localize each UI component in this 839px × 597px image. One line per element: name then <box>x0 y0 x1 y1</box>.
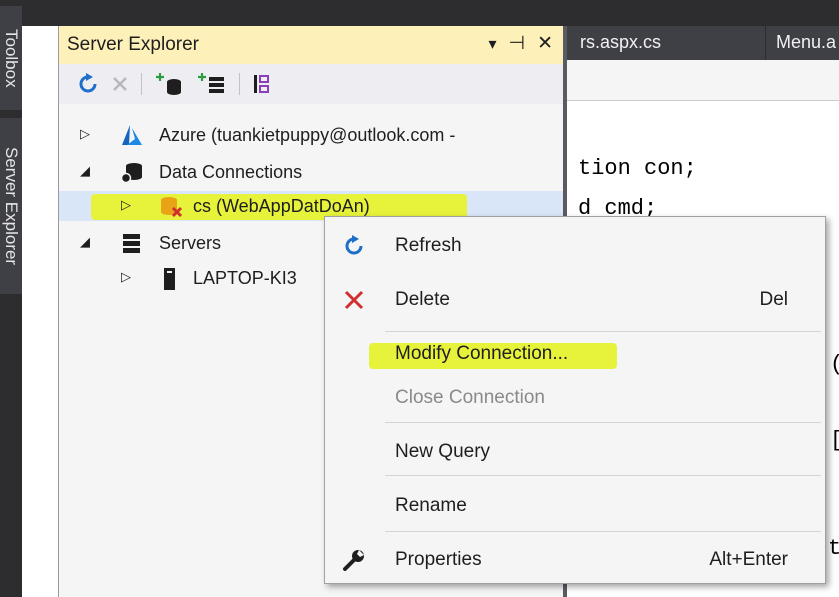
delete-icon[interactable] <box>107 71 133 97</box>
menu-item-refresh[interactable]: Refresh <box>325 229 825 265</box>
tab-aspx-cs-label: rs.aspx.cs <box>580 32 662 52</box>
code-bracket: [ <box>830 428 839 453</box>
delete-icon <box>341 287 367 313</box>
menu-item-new-query-label: New Query <box>395 441 491 462</box>
collapse-arrow-icon[interactable]: ◢ <box>80 234 90 250</box>
menu-separator <box>385 531 821 532</box>
panel-title: Server Explorer <box>67 34 199 55</box>
editor-navigation-bar[interactable] <box>562 60 839 101</box>
servers-icon <box>121 232 143 254</box>
azure-icon <box>121 124 143 146</box>
menu-separator <box>385 331 821 332</box>
tree-node-cs-label: cs (WebAppDatDoAn) <box>193 196 370 216</box>
panel-toolbar <box>59 64 563 104</box>
expand-arrow-icon[interactable]: ▷ <box>121 197 131 213</box>
refresh-icon <box>341 233 367 259</box>
document-tab-bar: rs.aspx.cs Menu.a <box>562 26 839 60</box>
menu-item-properties-label: Properties <box>395 549 482 570</box>
wrench-icon <box>341 547 367 573</box>
data-connections-icon <box>120 161 143 184</box>
expand-arrow-icon[interactable]: ▷ <box>121 269 131 285</box>
sharepoint-icon[interactable] <box>249 71 277 97</box>
toolbox-tab-label: Toolbox <box>2 28 21 88</box>
ide-title-strip <box>0 0 839 26</box>
menu-item-close-connection: Close Connection <box>325 381 825 417</box>
menu-item-delete-label: Delete <box>395 289 450 310</box>
side-tool-strip: Toolbox Server Explorer <box>0 0 22 597</box>
menu-separator <box>385 475 821 476</box>
menu-item-delete[interactable]: Delete Del <box>325 283 825 319</box>
toolbar-separator <box>141 73 142 95</box>
dropdown-icon[interactable]: ▾ <box>488 32 496 55</box>
menu-separator <box>385 422 821 423</box>
menu-item-properties-shortcut: Alt+Enter <box>709 549 788 570</box>
toolbox-tab[interactable]: Toolbox <box>0 6 22 110</box>
code-paren: ( <box>830 352 839 377</box>
connect-database-icon[interactable] <box>153 71 187 97</box>
refresh-icon[interactable] <box>75 71 101 97</box>
pin-icon[interactable]: ⊣ <box>509 32 526 55</box>
collapse-arrow-icon[interactable]: ◢ <box>80 163 90 179</box>
menu-item-properties[interactable]: Properties Alt+Enter <box>325 543 825 579</box>
computer-icon <box>159 267 181 290</box>
tree-node-data-connections-label: Data Connections <box>159 162 303 182</box>
menu-item-modify-label: Modify Connection... <box>395 343 569 364</box>
menu-item-close-label: Close Connection <box>395 387 545 408</box>
server-explorer-tab-label: Server Explorer <box>2 146 21 266</box>
tree-node-azure[interactable]: ▷ Azure (tuankietpuppy@outlook.com - <box>59 120 563 150</box>
close-icon[interactable]: ✕ <box>537 32 553 55</box>
tab-menu-label: Menu.a <box>776 32 837 52</box>
tree-node-laptop-label: LAPTOP-KI3 <box>193 268 297 288</box>
menu-item-new-query[interactable]: New Query <box>325 435 825 471</box>
toolbar-separator <box>239 73 240 95</box>
tree-node-servers-label: Servers <box>159 233 222 253</box>
server-explorer-tab[interactable]: Server Explorer <box>0 118 22 294</box>
menu-item-modify-connection[interactable]: Modify Connection... <box>325 337 825 373</box>
tree-node-azure-label: Azure (tuankietpuppy@outlook.com - <box>159 125 456 145</box>
tab-menu[interactable]: Menu.a <box>766 26 839 60</box>
tree-node-data-connections[interactable]: ◢ Data Connections <box>59 157 563 187</box>
menu-item-refresh-label: Refresh <box>395 235 462 256</box>
menu-item-rename-label: Rename <box>395 495 467 516</box>
menu-item-rename[interactable]: Rename <box>325 489 825 525</box>
panel-header: Server Explorer ▾ ⊣ ✕ <box>59 26 563 64</box>
expand-arrow-icon[interactable]: ▷ <box>80 126 90 142</box>
tab-aspx-cs[interactable]: rs.aspx.cs <box>562 26 765 60</box>
menu-item-delete-shortcut: Del <box>759 289 788 310</box>
context-menu: Refresh Delete Del Modify Connection... … <box>324 216 826 584</box>
database-error-icon <box>159 195 183 218</box>
code-t: t <box>828 536 839 561</box>
connect-server-icon[interactable] <box>195 71 229 97</box>
code-line-connection: tion con; <box>578 156 697 181</box>
